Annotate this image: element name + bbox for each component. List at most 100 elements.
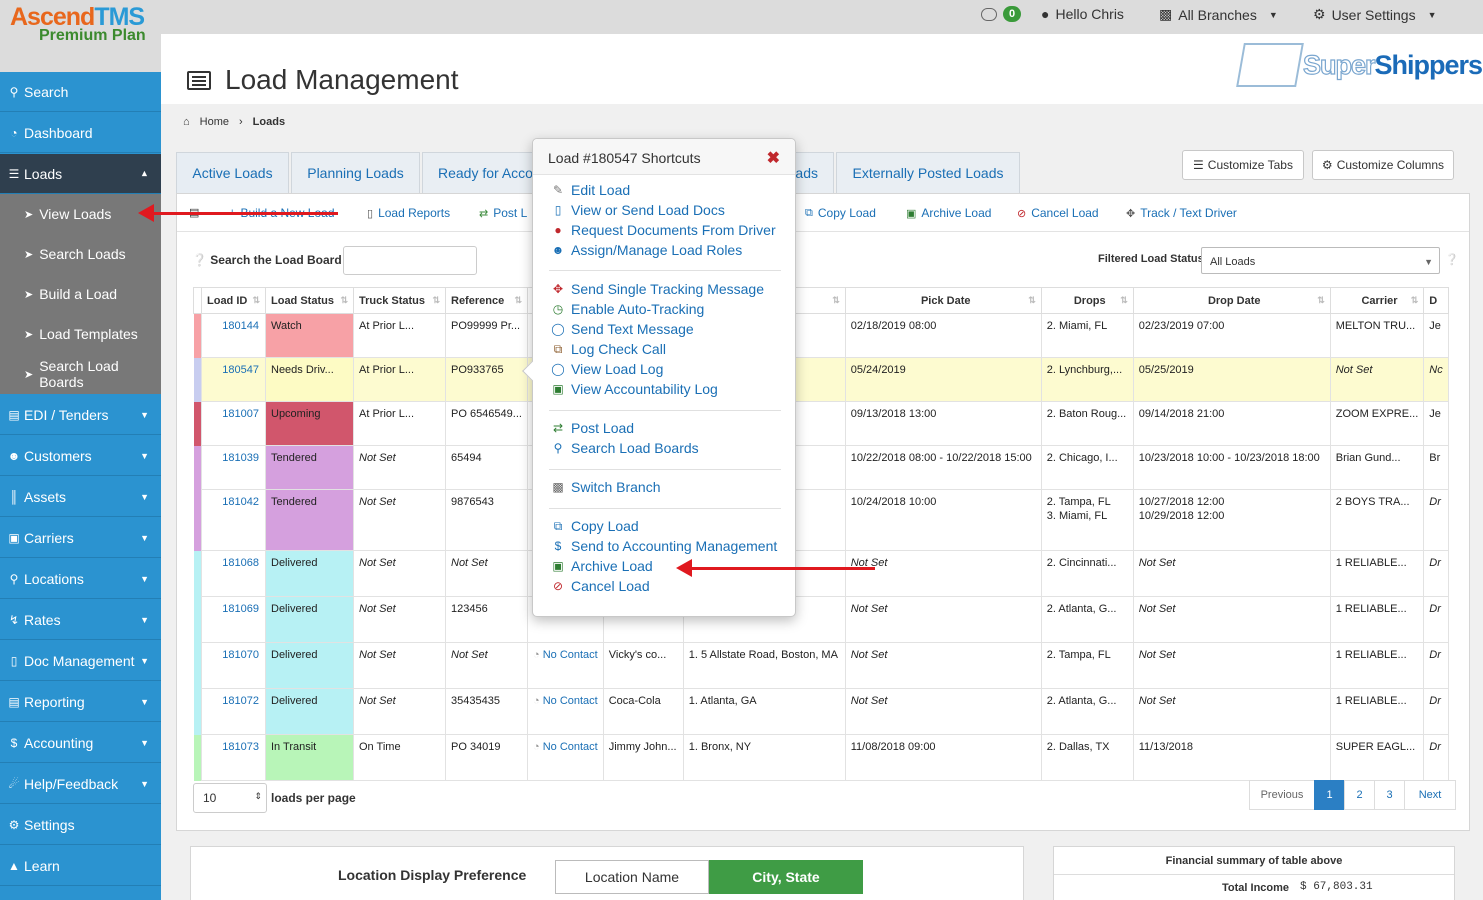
chat-icon: [981, 7, 997, 21]
customize-tabs-button[interactable]: ☰ Customize Tabs: [1182, 150, 1304, 180]
shortcut-view-send-docs[interactable]: ▯ View or Send Load Docs: [551, 202, 725, 218]
table-row[interactable]: 181069 Delivered Not Set 123456 Not Set 2. At…: [193, 596, 1449, 643]
search-input[interactable]: [343, 246, 477, 275]
table-row[interactable]: 180144 Watch At Prior L... PO99999 Pr... 02/…: [193, 313, 1449, 358]
tab-externally-posted-loads[interactable]: Externally Posted Loads: [836, 152, 1020, 193]
cell-id[interactable]: 181042: [201, 489, 266, 551]
column-header[interactable]: Load ID ⇅: [201, 287, 266, 314]
shortcut-assign-roles[interactable]: ☻ Assign/Manage Load Roles: [551, 242, 743, 258]
page-2-button[interactable]: 2: [1344, 780, 1375, 810]
user-greeting[interactable]: ● Hello Chris: [1041, 6, 1124, 22]
page-1-button[interactable]: 1: [1314, 780, 1345, 810]
cell-id[interactable]: 181072: [201, 688, 266, 735]
tab-ready-for-accounting[interactable]: Ready for Acco: [422, 152, 542, 193]
no-contact-link[interactable]: No Contact: [533, 649, 598, 661]
tab-active-loads[interactable]: Active Loads: [176, 152, 289, 193]
shortcut-search-load-boards[interactable]: ⚲ Search Load Boards: [551, 440, 699, 456]
nav-view-loads[interactable]: ➤ View Loads: [0, 194, 161, 234]
nav-assets[interactable]: ║ Assets ▼: [0, 477, 161, 517]
user-settings-dropdown[interactable]: ⚙ User Settings ▼: [1313, 6, 1437, 23]
archive-load-button[interactable]: ▣ Archive Load: [906, 206, 991, 220]
per-page-select[interactable]: 10 ⇕: [193, 783, 267, 813]
column-header[interactable]: Truck Status ⇅: [353, 287, 446, 314]
column-header[interactable]: Carrier ⇅: [1329, 287, 1425, 314]
page-3-button[interactable]: 3: [1374, 780, 1405, 810]
shortcut-switch-branch[interactable]: ▩ Switch Branch: [551, 479, 660, 495]
nav-locations[interactable]: ⚲ Locations ▼: [0, 559, 161, 599]
table-row[interactable]: 180547 Needs Driv... At Prior L... PO933765…: [193, 357, 1449, 402]
shortcut-enable-auto-tracking[interactable]: ◷ Enable Auto-Tracking: [551, 301, 705, 317]
location-name-option[interactable]: Location Name: [555, 860, 709, 894]
column-header[interactable]: Drops ⇅: [1040, 287, 1134, 314]
column-header[interactable]: D: [1423, 287, 1449, 314]
column-header[interactable]: Reference ⇅: [445, 287, 528, 314]
shortcut-archive-load[interactable]: ▣ Archive Load: [551, 558, 652, 574]
nav-search-loads[interactable]: ➤ Search Loads: [0, 234, 161, 274]
close-icon[interactable]: ✖: [767, 148, 780, 168]
cell-id[interactable]: 181069: [201, 596, 266, 643]
nav-rates[interactable]: ↯ Rates ▼: [0, 600, 161, 640]
shortcut-post-load[interactable]: ⇄ Post Load: [551, 420, 634, 436]
next-page-button[interactable]: Next: [1404, 780, 1456, 810]
nav-edi-tenders[interactable]: ▤ EDI / Tenders ▼: [0, 395, 161, 435]
nav-search-load-boards[interactable]: ➤ Search Load Boards: [0, 354, 161, 394]
table-row[interactable]: 181007 Upcoming At Prior L... PO 6546549...…: [193, 401, 1449, 446]
column-header[interactable]: Pick Date ⇅: [844, 287, 1042, 314]
load-status-select[interactable]: All Loads ▼: [1201, 247, 1440, 274]
copy-load-button[interactable]: ⧉ Copy Load: [805, 206, 876, 220]
branches-dropdown[interactable]: ▩ All Branches ▼: [1159, 6, 1278, 23]
nav-help-feedback[interactable]: ☄ Help/Feedback ▼: [0, 764, 161, 804]
question-icon[interactable]: ❔: [1445, 253, 1459, 266]
load-reports-button[interactable]: ▯ Load Reports: [367, 206, 450, 220]
nav-loads[interactable]: ☰ Loads ▼: [0, 154, 161, 194]
cell-id[interactable]: 181007: [201, 401, 266, 446]
breadcrumb-home[interactable]: Home: [200, 116, 229, 128]
nav-carriers[interactable]: ▣ Carriers ▼: [0, 518, 161, 558]
cell-id[interactable]: 181039: [201, 445, 266, 490]
nav-load-templates[interactable]: ➤ Load Templates: [0, 314, 161, 354]
nav-customers[interactable]: ☻ Customers ▼: [0, 436, 161, 476]
track-text-driver-button[interactable]: ✥ Track / Text Driver: [1126, 206, 1237, 220]
cell-id[interactable]: 180144: [201, 313, 266, 358]
shortcut-cancel-load[interactable]: ⊘ Cancel Load: [551, 578, 650, 594]
shortcut-view-load-log[interactable]: ◯ View Load Log: [551, 361, 663, 377]
nav-search[interactable]: ⚲ Search: [0, 72, 161, 112]
cancel-load-button[interactable]: ⊘ Cancel Load: [1017, 206, 1099, 220]
post-load-button[interactable]: ⇄ Post L: [479, 206, 527, 220]
nav-doc-management[interactable]: ▯ Doc Management ▼: [0, 641, 161, 681]
shortcut-send-text-message[interactable]: ◯ Send Text Message: [551, 321, 693, 337]
table-row[interactable]: 181068DeliveredNot SetNot SetBoston, MAN…: [193, 550, 1449, 597]
nav-learn[interactable]: ▲ Learn: [0, 846, 161, 886]
shortcut-send-to-accounting[interactable]: $ Send to Accounting Management: [551, 538, 778, 554]
column-header[interactable]: Drop Date ⇅: [1132, 287, 1331, 314]
table-row[interactable]: 181039 Tendered Not Set 65494 10/22/2018 08:…: [193, 445, 1449, 490]
shortcut-send-tracking-message[interactable]: ✥ Send Single Tracking Message: [551, 281, 764, 297]
nav-reporting[interactable]: ▤ Reporting ▼: [0, 682, 161, 722]
nav-build-load[interactable]: ➤ Build a Load: [0, 274, 161, 314]
shortcut-log-check-call[interactable]: ⧉ Log Check Call: [551, 341, 666, 357]
column-header[interactable]: Load Status ⇅: [265, 287, 354, 314]
cell-id[interactable]: 180547: [201, 357, 266, 402]
cell-id[interactable]: 181070: [201, 642, 266, 689]
table-row[interactable]: 181072DeliveredNot Set35435435No Contact…: [193, 688, 1449, 735]
shortcut-edit-load[interactable]: ✎ Edit Load: [551, 182, 630, 198]
shortcut-request-documents[interactable]: ● Request Documents From Driver: [551, 222, 775, 238]
nav-settings[interactable]: ⚙ Settings: [0, 805, 161, 845]
no-contact-link[interactable]: No Contact: [533, 741, 598, 753]
table-row[interactable]: 181042 Tendered Not Set 9876543 10/24/2018 1…: [193, 489, 1449, 551]
previous-page-button[interactable]: Previous: [1249, 780, 1315, 810]
nav-dashboard[interactable]: ◔ Dashboard: [0, 113, 161, 153]
nav-accounting[interactable]: $ Accounting ▼: [0, 723, 161, 763]
shortcut-copy-load[interactable]: ⧉ Copy Load: [551, 518, 639, 534]
customize-columns-button[interactable]: ⚙ Customize Columns: [1312, 150, 1454, 180]
brand-logo[interactable]: AscendTMS Premium Plan: [0, 0, 161, 72]
no-contact-link[interactable]: No Contact: [533, 695, 598, 707]
cell-id[interactable]: 181068: [201, 550, 266, 597]
shortcut-view-accountability-log[interactable]: ▣ View Accountability Log: [551, 381, 718, 397]
table-row[interactable]: 181070DeliveredNot SetNot SetNo ContactV…: [193, 642, 1449, 689]
messages-button[interactable]: 0: [981, 6, 1022, 22]
city-state-option[interactable]: City, State: [709, 860, 863, 894]
table-row[interactable]: 181073In TransitOn TimePO 34019 No Contac…: [193, 734, 1449, 781]
tab-planning-loads[interactable]: Planning Loads: [291, 152, 420, 193]
cell-id[interactable]: 181073: [201, 734, 266, 781]
